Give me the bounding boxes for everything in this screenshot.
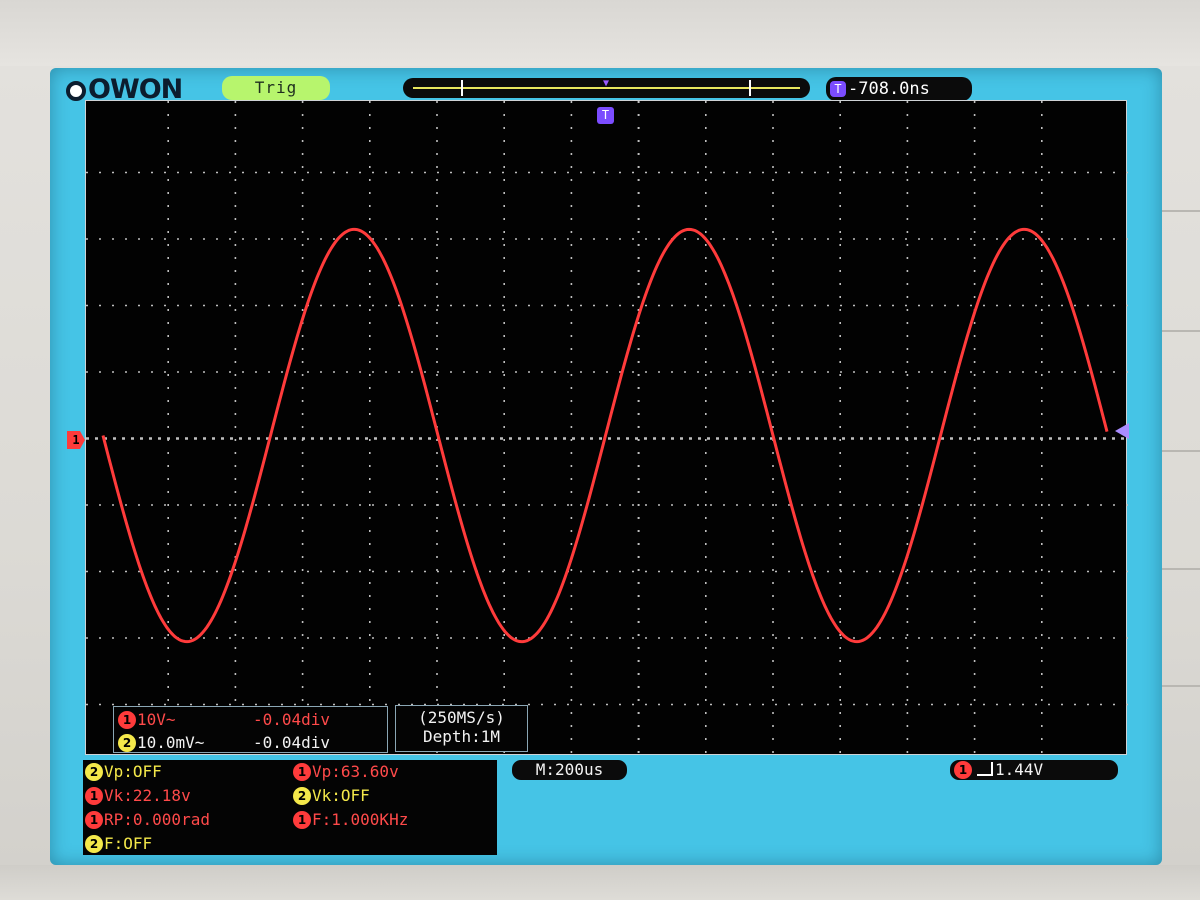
measurement-item: 2 F:OFF	[85, 834, 152, 853]
ch1-waveform-trace	[101, 227, 1109, 644]
ch1-offset: -0.04div	[253, 710, 331, 729]
waveform-svg	[86, 101, 1128, 756]
window-bracket-right	[749, 80, 751, 96]
trigger-position-marker-icon: ▼	[603, 78, 610, 89]
measurement-item: 1 F:1.000KHz	[293, 810, 408, 829]
ch2-badge: 2	[118, 734, 136, 752]
ch1-scale-row: 1 10V~	[118, 710, 176, 729]
trigger-time-value: -708.0ns	[848, 79, 930, 99]
measurement-item: 1 Vp:63.60v	[293, 762, 399, 781]
measurement-text: Vp:63.60v	[312, 762, 399, 781]
ch2-offset: -0.04div	[253, 733, 331, 752]
measurement-text: RP:0.000rad	[104, 810, 210, 829]
measurement-text: F:OFF	[104, 834, 153, 853]
measurement-text: Vp:OFF	[104, 762, 162, 781]
trigger-status-badge: Trig	[222, 76, 330, 100]
channel-badge: 2	[85, 835, 103, 853]
bezel-top	[0, 0, 1200, 66]
channel-badge: 2	[293, 787, 311, 805]
ch1-scale: 10V~	[137, 710, 176, 729]
channel-badge: 2	[85, 763, 103, 781]
channel-scale-panel: 1 10V~ -0.04div 2 10.0mV~ -0.04div	[113, 706, 388, 753]
ch2-scale-row: 2 10.0mV~	[118, 733, 204, 752]
measurement-item: 1 Vk:22.18v	[85, 786, 191, 805]
trigger-time-readout: T -708.0ns	[826, 77, 972, 101]
acquisition-panel: (250MS/s) Depth:1M	[395, 705, 528, 752]
trigger-info: 1 1.44V	[950, 760, 1118, 780]
channel-badge: 1	[85, 787, 103, 805]
measurement-item: 2 Vp:OFF	[85, 762, 162, 781]
bezel-bottom	[0, 865, 1200, 900]
sample-rate: (250MS/s)	[418, 708, 505, 727]
waveform-plot: 1 10V~ -0.04div 2 10.0mV~ -0.04div	[85, 100, 1128, 756]
measurement-text: Vk:22.18v	[104, 786, 191, 805]
memory-depth: Depth:1M	[422, 727, 501, 746]
timebase-readout: M:200us	[512, 760, 627, 780]
channel-badge: 1	[293, 811, 311, 829]
memory-position-bar: ▼	[403, 78, 810, 98]
measurement-text: Vk:OFF	[312, 786, 370, 805]
window-bracket-left	[461, 80, 463, 96]
trigger-position-T-icon: T	[597, 107, 614, 124]
rising-edge-icon	[977, 762, 993, 776]
measurement-item: 1 RP:0.000rad	[85, 810, 210, 829]
channel-badge: 1	[85, 811, 103, 829]
trigger-channel-badge: 1	[954, 761, 972, 779]
trigger-level-marker-icon	[1115, 423, 1129, 439]
trigger-level: 1.44V	[995, 760, 1044, 779]
measurement-panel: 2 Vp:OFF 1 Vp:63.60v 1 Vk:22.18v 2 Vk:OFF 1R…	[83, 760, 497, 855]
trigger-T-icon: T	[830, 81, 846, 97]
ch2-scale: 10.0mV~	[137, 733, 205, 752]
ch1-badge: 1	[118, 711, 136, 729]
measurement-text: F:1.000KHz	[312, 810, 409, 829]
measurement-item: 2 Vk:OFF	[293, 786, 370, 805]
channel-badge: 1	[293, 763, 311, 781]
